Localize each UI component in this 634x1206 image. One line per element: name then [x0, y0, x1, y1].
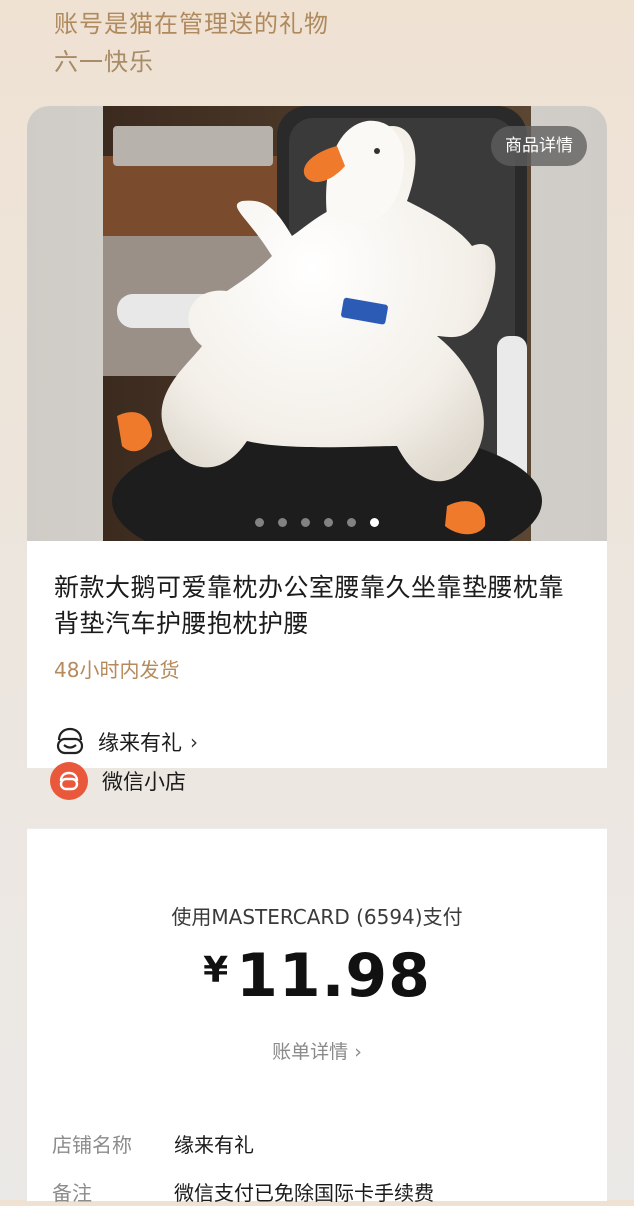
gift-message-line1: 账号是猫在管理送的礼物	[54, 10, 329, 38]
info-value: 缘来有礼	[174, 1133, 254, 1157]
info-label: 店铺名称	[52, 1133, 132, 1157]
info-label: 备注	[52, 1181, 92, 1205]
carousel-dot[interactable]	[370, 518, 379, 527]
product-card[interactable]: 商品详情 新款大鹅可爱靠枕办公室腰靠久坐靠垫腰枕靠背垫汽车护腰抱枕护腰 48小时…	[27, 106, 607, 768]
wechat-store-logo	[50, 762, 88, 800]
goose-pillow-illustration	[103, 106, 542, 541]
chevron-right-icon: ›	[190, 730, 198, 754]
gift-message-line2: 六一快乐	[54, 48, 154, 76]
payment-amount: ¥11.98	[27, 941, 607, 1011]
carousel-dot[interactable]	[347, 518, 356, 527]
platform-label: 微信小店	[102, 770, 186, 794]
chevron-right-icon: ›	[354, 1041, 362, 1063]
payment-method: 使用MASTERCARD (6594)支付	[171, 905, 463, 929]
platform-row[interactable]: 微信小店	[50, 762, 186, 800]
bill-detail-link[interactable]: 账单详情 ›	[27, 1037, 607, 1064]
carousel-dot[interactable]	[301, 518, 310, 527]
shipping-info: 48小时内发货	[54, 658, 180, 682]
shop-link[interactable]: 缘来有礼 ›	[54, 726, 198, 758]
amount-value: 11.98	[236, 941, 431, 1011]
product-detail-button[interactable]: 商品详情	[491, 126, 587, 166]
gift-message: 账号是猫在管理送的礼物 六一快乐	[54, 6, 329, 82]
product-image[interactable]: 商品详情	[27, 106, 607, 541]
bill-detail-label: 账单详情	[272, 1041, 349, 1063]
shop-face-icon	[56, 727, 84, 755]
carousel-indicator	[27, 518, 607, 527]
info-row-shop: 店铺名称 缘来有礼	[52, 1129, 254, 1158]
payment-card: 使用MASTERCARD (6594)支付 ¥11.98 账单详情 › 店铺名称…	[27, 828, 607, 1205]
carousel-dot[interactable]	[255, 518, 264, 527]
carousel-dot[interactable]	[324, 518, 333, 527]
info-row-note: 备注 微信支付已免除国际卡手续费	[52, 1177, 434, 1206]
shop-name: 缘来有礼	[98, 731, 182, 755]
carousel-dot[interactable]	[278, 518, 287, 527]
info-value: 微信支付已免除国际卡手续费	[174, 1181, 434, 1205]
currency-symbol: ¥	[203, 950, 229, 991]
product-title[interactable]: 新款大鹅可爱靠枕办公室腰靠久坐靠垫腰枕靠背垫汽车护腰抱枕护腰	[54, 570, 584, 642]
